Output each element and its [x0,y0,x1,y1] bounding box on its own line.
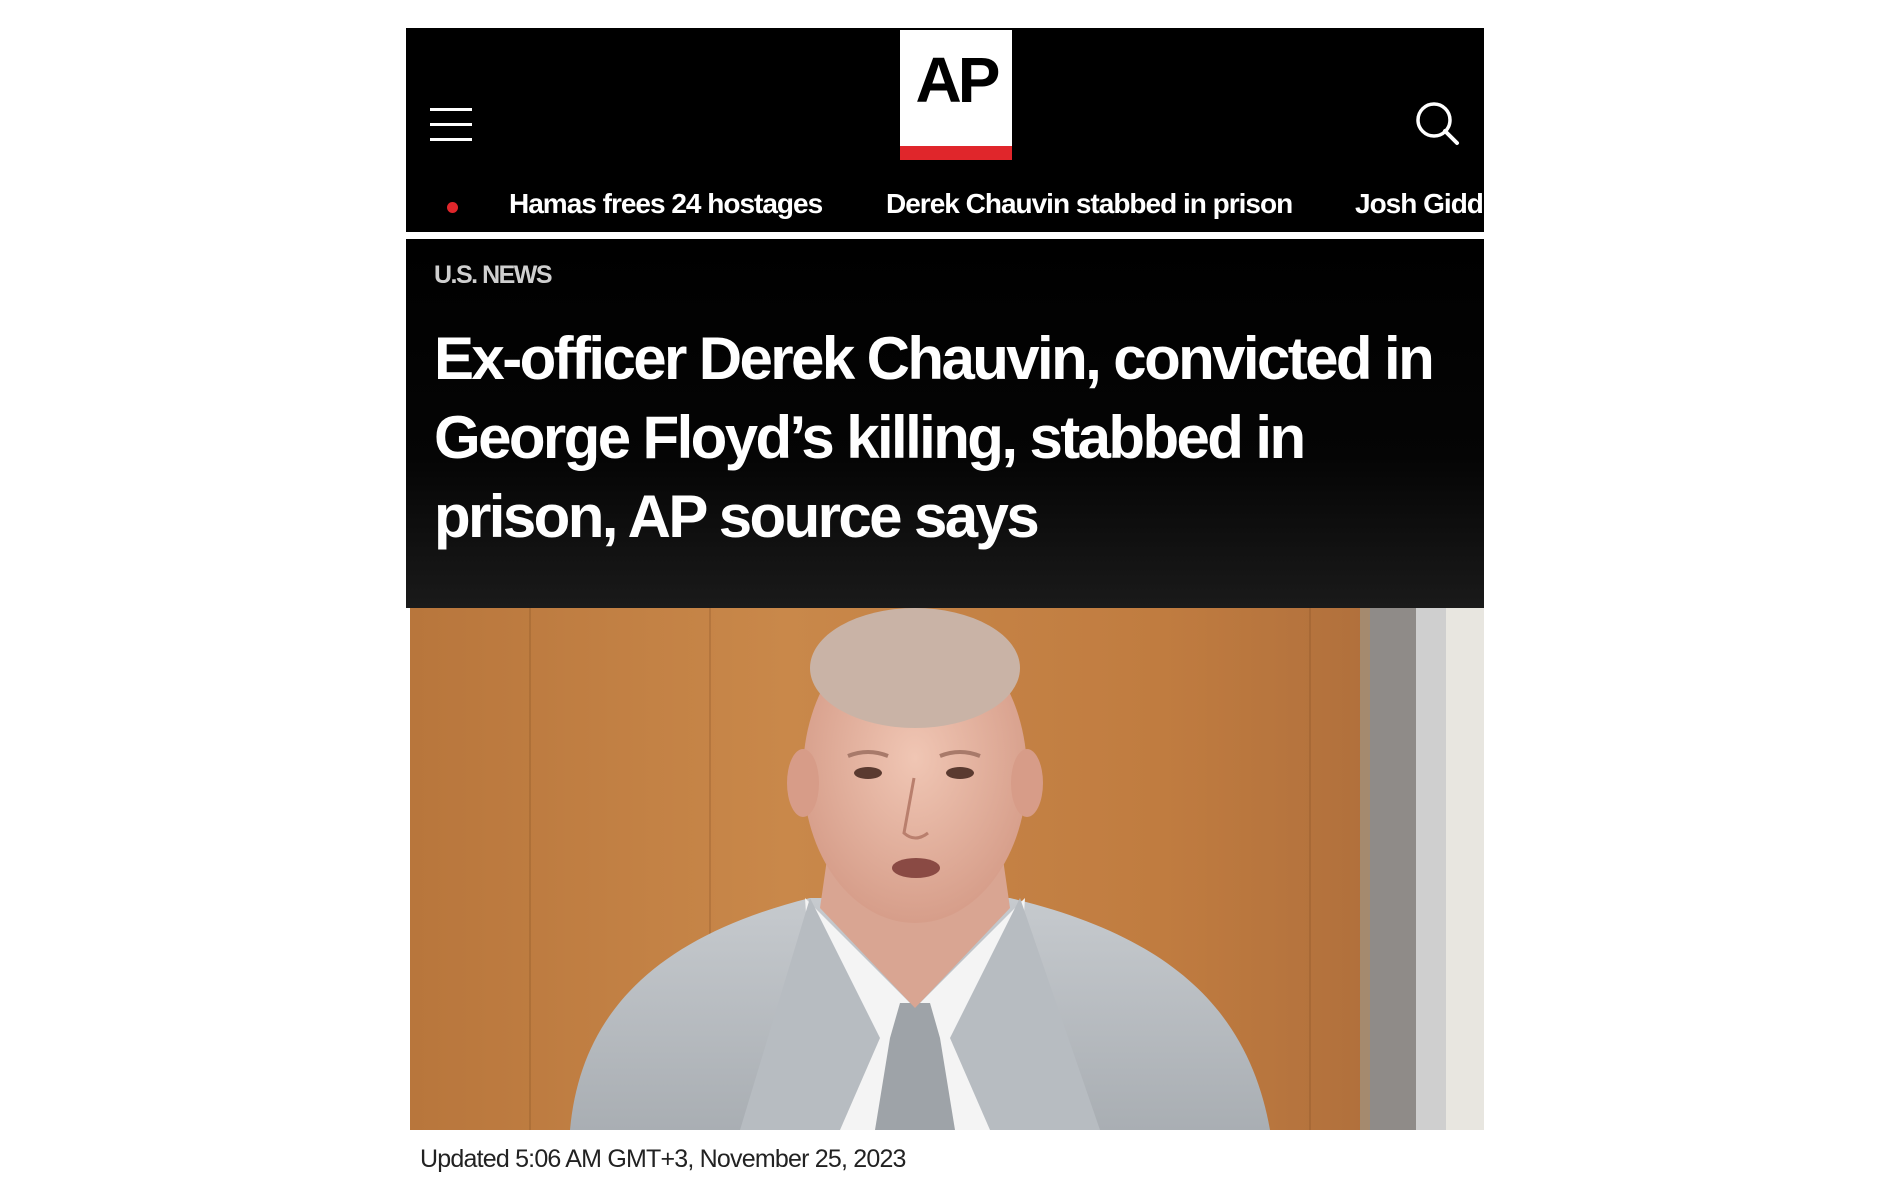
article-page: AP Hamas frees 24 hostages Derek Chauvin… [406,28,1484,1173]
ap-logo[interactable]: AP [900,30,1012,160]
headline-section: U.S. NEWS Ex-officer Derek Chauvin, conv… [406,239,1484,608]
logo-red-bar [900,146,1012,160]
red-dot-icon [447,202,458,213]
ticker-item-chauvin[interactable]: Derek Chauvin stabbed in prison [886,188,1293,220]
ticker-item-hamas[interactable]: Hamas frees 24 hostages [509,188,823,220]
header-divider [406,232,1484,239]
article-headline: Ex-officer Derek Chauvin, convicted in G… [434,325,1435,550]
section-link[interactable]: U.S. NEWS [434,261,553,290]
ticker-item-josh[interactable]: Josh Gidd [1355,188,1484,220]
site-header: AP Hamas frees 24 hostages Derek Chauvin… [406,28,1484,232]
hamburger-menu-icon[interactable] [430,108,472,142]
logo-text: AP [915,44,1001,116]
trending-ticker: Hamas frees 24 hostages Derek Chauvin st… [406,186,1484,226]
search-icon[interactable] [1412,98,1462,148]
updated-timestamp: Updated 5:06 AM GMT+3, November 25, 2023 [420,1145,906,1173]
hero-photo [410,608,1484,1130]
